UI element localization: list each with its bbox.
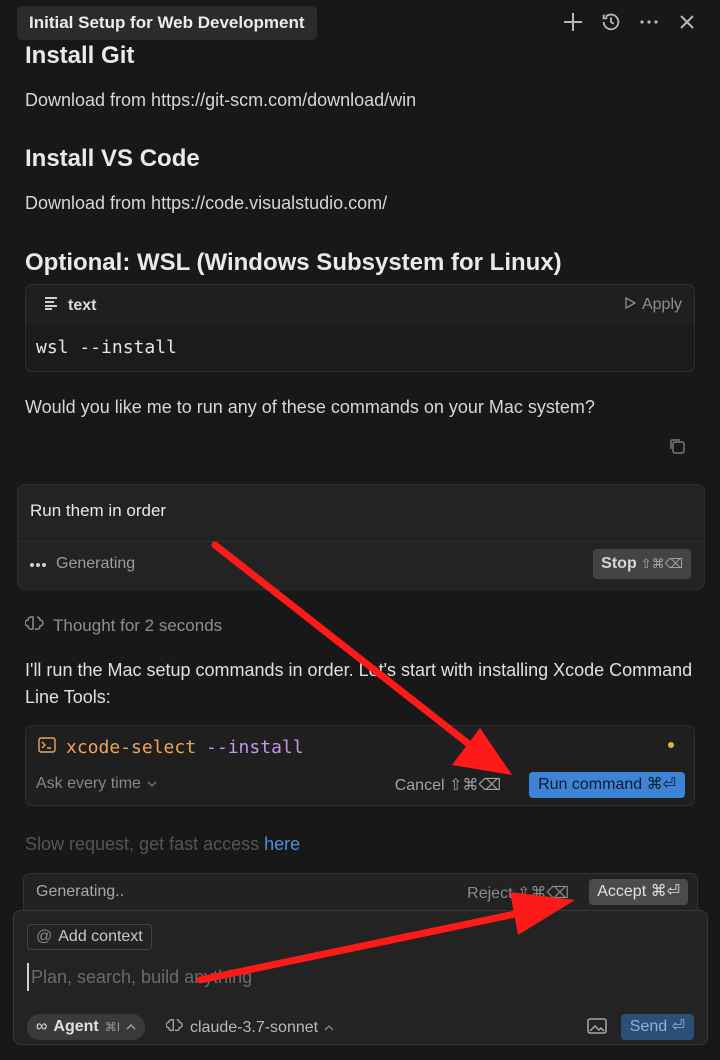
git-download-text: Download from https://git-scm.com/downlo… [25,90,417,110]
add-context-label: Add context [58,928,143,945]
divider [18,541,704,542]
dots-icon [30,555,46,573]
add-context-button[interactable]: @ Add context [27,924,152,950]
title-bar-actions [562,10,698,34]
generating-label: Generating [56,555,136,572]
command-args: --install [206,737,304,758]
code-language: text [44,296,96,315]
play-icon [625,296,637,314]
agent-mode-selector[interactable]: ∞ Agent ⌘I [27,1014,146,1040]
ask-label: Ask every time [36,775,141,792]
lines-icon [44,296,58,315]
user-prompt-text: Run them in order [30,501,167,520]
code-block: text Apply wsl --install [25,284,695,372]
generating-status: Generating [30,555,135,573]
agent-shortcut: ⌘I [104,1020,121,1034]
slow-request-notice: Slow request, get fast access here [25,834,300,855]
accept-button[interactable]: Accept ⌘⏎ [589,879,688,905]
code-block-header: text Apply [26,285,694,326]
history-icon[interactable] [600,10,622,34]
heading-wsl: Optional: WSL (Windows Subsystem for Lin… [25,249,562,276]
command-name: xcode-select [66,737,197,758]
heading-install-vscode: Install VS Code [25,145,200,172]
brain-icon [24,614,45,637]
vscode-download-text: Download from https://code.visualstudio.… [25,193,388,213]
reject-button[interactable]: Reject ⇧⌘⌫ [467,883,569,903]
brain-icon [165,1017,184,1038]
send-button[interactable]: Send ⏎ [620,1014,694,1040]
model-selector[interactable]: claude-3.7-sonnet [165,1017,334,1038]
heading-install-git: Install Git [25,42,135,69]
fast-access-link[interactable]: here [264,834,300,854]
image-icon[interactable] [587,1018,607,1039]
stop-button[interactable]: Stop ⇧⌘⌫ [593,549,691,579]
plus-icon[interactable] [562,10,584,34]
code-content: wsl --install [36,337,177,358]
chat-input[interactable] [27,963,687,991]
chat-composer: @ Add context ∞ Agent ⌘I claude-3.7-sonn… [13,910,708,1045]
copy-icon[interactable] [668,437,686,460]
generating-bar: Generating.. Reject ⇧⌘⌫ Accept ⌘⏎ [23,873,698,911]
terminal-command: xcode-select --install [38,737,304,758]
close-icon[interactable] [676,10,698,34]
infinity-icon: ∞ [36,1018,48,1035]
generating-bar-status: Generating.. [36,883,125,900]
more-icon[interactable] [638,10,660,34]
run-command-button[interactable]: Run command ⌘⏎ [529,772,685,798]
agent-label: Agent [53,1018,99,1035]
at-icon: @ [36,928,53,945]
chevron-up-icon [126,1014,136,1040]
slow-request-text: Slow request, get fast access [25,834,265,854]
thought-indicator[interactable]: Thought for 2 seconds [24,614,223,637]
cancel-button[interactable]: Cancel ⇧⌘⌫ [395,775,501,795]
code-language-label: text [68,296,97,314]
terminal-command-card: xcode-select --install Ask every time Ca… [25,725,695,806]
assistant-reply: I'll run the Mac setup commands in order… [25,660,693,707]
terminal-icon [38,737,56,758]
chevron-up-icon [324,1019,334,1037]
question-text: Would you like me to run any of these co… [25,397,595,417]
apply-label: Apply [641,296,682,313]
chevron-down-icon [147,775,157,793]
apply-button[interactable]: Apply [625,296,682,314]
chat-title[interactable]: Initial Setup for Web Development [17,6,317,40]
user-prompt-card: Run them in order Generating Stop ⇧⌘⌫ [17,484,705,590]
pending-dot [668,742,674,748]
title-bar: Initial Setup for Web Development [0,0,720,44]
ask-every-time-dropdown[interactable]: Ask every time [36,775,157,793]
stop-shortcut: ⇧⌘⌫ [640,556,683,571]
stop-label: Stop [601,555,637,572]
model-label: claude-3.7-sonnet [190,1018,319,1036]
thought-label: Thought for 2 seconds [53,615,223,635]
